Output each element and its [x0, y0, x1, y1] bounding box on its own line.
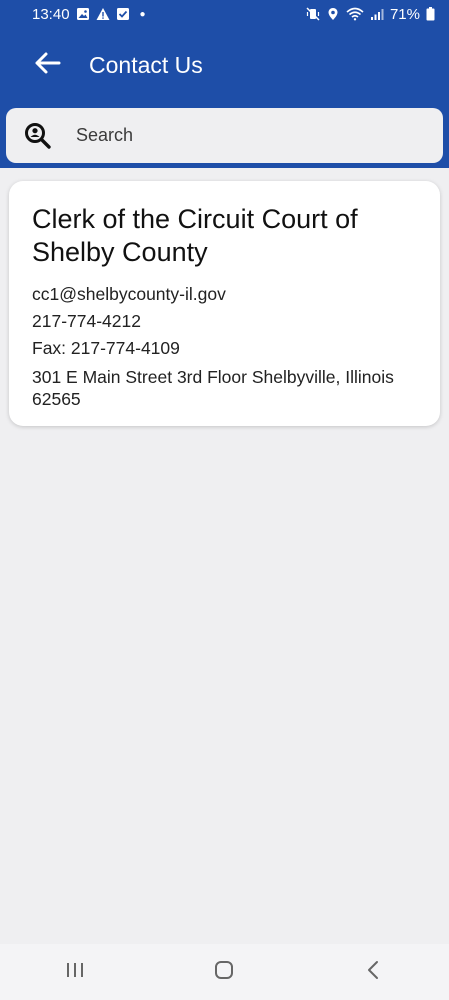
status-right: 71% — [306, 6, 435, 23]
battery-percent: 71% — [389, 5, 420, 23]
home-icon — [213, 959, 235, 986]
location-icon — [326, 7, 340, 21]
status-bar: 13:40 ● 71% — [0, 0, 449, 28]
status-left: 13:40 ● — [32, 6, 146, 23]
recent-apps-icon — [64, 960, 86, 985]
mute-vibrate-icon — [306, 7, 320, 21]
image-icon — [76, 7, 90, 21]
wifi-icon — [346, 7, 364, 21]
signal-icon — [370, 7, 384, 21]
back-button[interactable] — [30, 50, 64, 80]
checkbox-icon — [116, 7, 130, 21]
screen: 13:40 ● 71% Contact Us Search Clerk of t… — [0, 0, 449, 1000]
arrow-left-icon — [33, 51, 61, 80]
system-nav-bar — [0, 944, 449, 1000]
contact-email[interactable]: cc1@shelbycounty-il.gov — [32, 281, 417, 308]
search-input[interactable] — [76, 120, 426, 150]
recent-apps-button[interactable] — [45, 952, 105, 992]
status-time: 13:40 — [32, 5, 70, 23]
search-bar[interactable] — [6, 108, 443, 163]
back-icon — [363, 959, 385, 986]
nav-back-button[interactable] — [344, 952, 404, 992]
page-title: Contact Us — [89, 52, 203, 78]
search-person-icon — [24, 122, 52, 150]
notification-dot-icon: ● — [139, 8, 146, 20]
contact-phone[interactable]: 217-774-4212 — [32, 308, 417, 335]
search-bar-container — [0, 98, 449, 168]
home-button[interactable] — [194, 952, 254, 992]
contact-card[interactable]: Clerk of the Circuit Court of Shelby Cou… — [9, 181, 440, 426]
contact-fax: Fax: 217-774-4109 — [32, 338, 180, 358]
contact-name: Clerk of the Circuit Court of Shelby Cou… — [32, 204, 358, 267]
battery-icon — [426, 7, 435, 21]
app-bar: Contact Us — [0, 28, 449, 98]
contact-address[interactable]: 301 E Main Street 3rd Floor Shelbyville,… — [32, 366, 417, 410]
warning-icon — [96, 7, 110, 21]
